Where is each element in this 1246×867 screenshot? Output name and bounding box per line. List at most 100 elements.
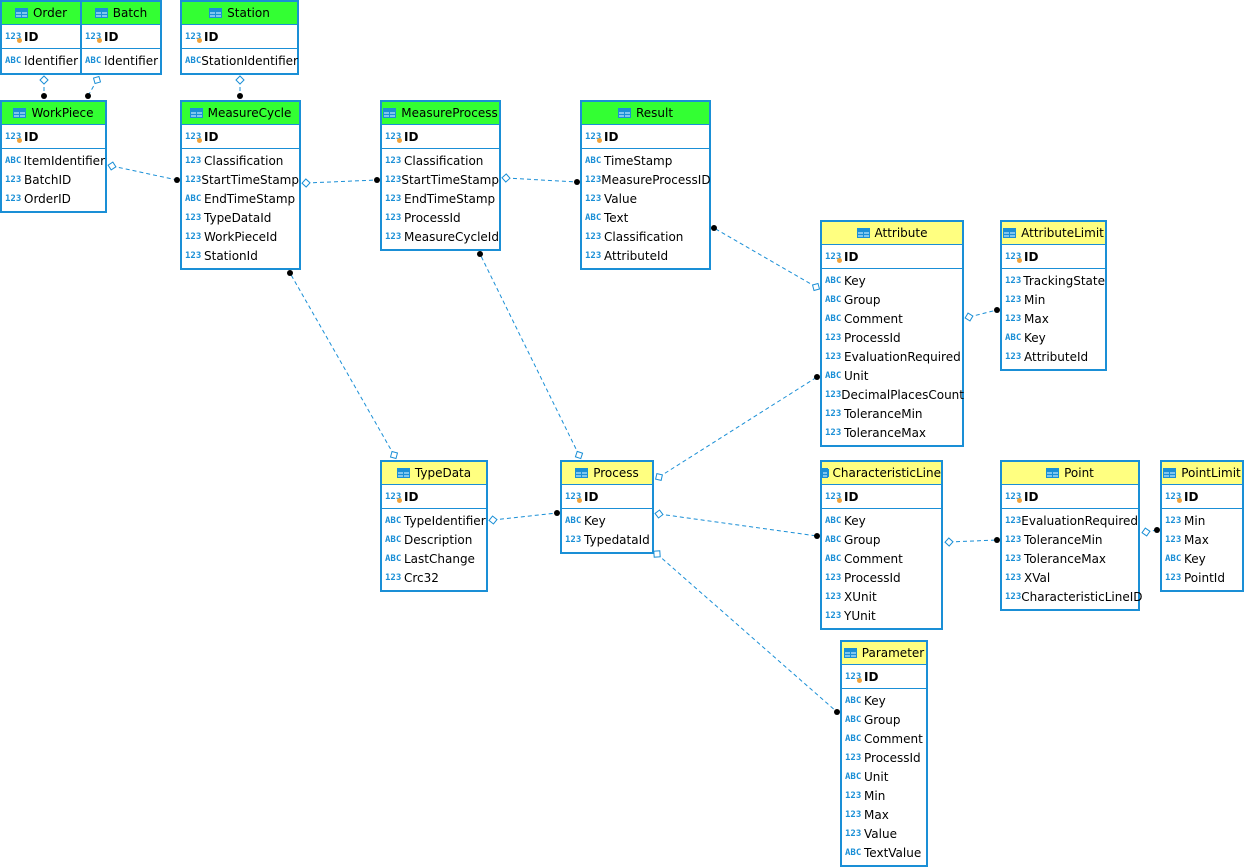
column-key[interactable]: ABC Key — [1162, 549, 1242, 568]
relation-process-measure-process[interactable] — [477, 251, 584, 460]
column-classification[interactable]: 123 Classification — [582, 227, 709, 246]
column-text-value[interactable]: ABC TextValue — [842, 843, 926, 862]
column-characteristic-line-id[interactable]: 123 CharacteristicLineID — [1002, 587, 1143, 606]
table-header[interactable]: Result — [582, 102, 709, 125]
table-point-limit[interactable]: PointLimit 123 ID 123 Min 123 Max ABC Key 123 Poin… — [1160, 460, 1244, 592]
column-yunit[interactable]: 123 YUnit — [822, 606, 941, 625]
table-process[interactable]: Process 123 ID ABC Key 123 TypedataId — [560, 460, 654, 554]
table-batch[interactable]: Batch 123 ID ABC Identifier — [80, 0, 162, 75]
column-process-id[interactable]: 123 ProcessId — [842, 748, 926, 767]
table-measure-cycle[interactable]: MeasureCycle 123 ID 123 Classification 123 Sta… — [180, 100, 301, 270]
column-typedata-id[interactable]: 123 TypedataId — [562, 530, 652, 549]
column-measure-process-id[interactable]: 123 MeasureProcessID — [582, 170, 711, 189]
column-primary-key[interactable]: 123 ID — [822, 485, 941, 509]
relation-point-point-limit[interactable] — [1141, 527, 1160, 537]
table-header[interactable]: Process — [562, 462, 652, 485]
table-point[interactable]: Point 123 ID 123 EvaluationRequired 123 Tolera… — [1000, 460, 1143, 611]
column-max[interactable]: 123 Max — [842, 805, 926, 824]
relation-measure-cycle-measure-process[interactable] — [301, 177, 380, 188]
column-classification[interactable]: 123 Classification — [382, 151, 499, 170]
column-attribute-id[interactable]: 123 AttributeId — [582, 246, 709, 265]
table-header[interactable]: MeasureCycle — [182, 102, 299, 125]
column-work-piece-id[interactable]: 123 WorkPieceId — [182, 227, 299, 246]
table-header[interactable]: AttributeLimit — [1002, 222, 1105, 245]
column-primary-key[interactable]: 123 ID — [842, 665, 926, 689]
table-attribute-limit[interactable]: AttributeLimit 123 ID 123 TrackingState 123 Mi… — [1000, 220, 1107, 371]
column-tolerance-max[interactable]: 123 ToleranceMax — [1002, 549, 1138, 568]
table-header[interactable]: CharacteristicLine — [822, 462, 941, 485]
table-result[interactable]: Result 123 ID ABC TimeStamp 123 MeasureProcess… — [580, 100, 711, 270]
table-header[interactable]: Batch — [82, 2, 160, 25]
column-primary-key[interactable]: 123 ID — [562, 485, 652, 509]
column-min[interactable]: 123 Min — [1002, 290, 1105, 309]
column-primary-key[interactable]: 123 ID — [1002, 245, 1105, 269]
column-group[interactable]: ABC Group — [822, 290, 962, 309]
column-key[interactable]: ABC Key — [822, 271, 962, 290]
column-comment[interactable]: ABC Comment — [842, 729, 926, 748]
column-start-time-stamp[interactable]: 123 StartTimeStamp — [382, 170, 499, 189]
relation-type-data-process[interactable] — [488, 510, 560, 525]
column-station-id[interactable]: 123 StationId — [182, 246, 299, 265]
column-last-change[interactable]: ABC LastChange — [382, 549, 486, 568]
table-header[interactable]: Order — [2, 2, 80, 25]
relation-process-parameter[interactable] — [653, 550, 840, 715]
column-station-identifier[interactable]: ABC StationIdentifier — [182, 51, 298, 70]
table-type-data[interactable]: TypeData 123 ID ABC TypeIdentifier ABC Descrip… — [380, 460, 488, 592]
column-description[interactable]: ABC Description — [382, 530, 486, 549]
column-tolerance-min[interactable]: 123 ToleranceMin — [1002, 530, 1138, 549]
column-primary-key[interactable]: 123 ID — [2, 25, 80, 49]
column-type-identifier[interactable]: ABC TypeIdentifier — [382, 511, 486, 530]
column-xval[interactable]: 123 XVal — [1002, 568, 1138, 587]
table-measure-process[interactable]: MeasureProcess 123 ID 123 Classification 123 S… — [380, 100, 501, 251]
column-max[interactable]: 123 Max — [1162, 530, 1242, 549]
column-crc32[interactable]: 123 Crc32 — [382, 568, 486, 587]
column-evaluation-required[interactable]: 123 EvaluationRequired — [1002, 511, 1138, 530]
table-order[interactable]: Order 123 ID ABC Identifier — [0, 0, 82, 75]
relation-attribute-result[interactable] — [711, 225, 821, 292]
column-primary-key[interactable]: 123 ID — [182, 25, 297, 49]
column-key[interactable]: ABC Key — [562, 511, 652, 530]
table-header[interactable]: WorkPiece — [2, 102, 105, 125]
column-tolerance-min[interactable]: 123 ToleranceMin — [822, 404, 962, 423]
column-point-id[interactable]: 123 PointId — [1162, 568, 1242, 587]
column-classification[interactable]: 123 Classification — [182, 151, 299, 170]
column-primary-key[interactable]: 123 ID — [382, 125, 499, 149]
table-characteristic-line[interactable]: CharacteristicLine 123 ID ABC Key ABC Group ABC… — [820, 460, 943, 630]
column-key[interactable]: ABC Key — [1002, 328, 1105, 347]
table-station[interactable]: Station 123 ID ABC StationIdentifier — [180, 0, 299, 75]
column-primary-key[interactable]: 123 ID — [582, 125, 709, 149]
column-value[interactable]: 123 Value — [582, 189, 709, 208]
relation-characteristic-line-point[interactable] — [944, 537, 1000, 547]
table-header[interactable]: Parameter — [842, 642, 926, 665]
column-decimal-places-count[interactable]: 123 DecimalPlacesCount — [822, 385, 964, 404]
column-tracking-state[interactable]: 123 TrackingState — [1002, 271, 1105, 290]
column-identifier[interactable]: ABC Identifier — [82, 51, 160, 70]
column-value[interactable]: 123 Value — [842, 824, 926, 843]
column-primary-key[interactable]: 123 ID — [382, 485, 486, 509]
column-end-time-stamp[interactable]: ABC EndTimeStamp — [182, 189, 299, 208]
column-max[interactable]: 123 Max — [1002, 309, 1105, 328]
column-process-id[interactable]: 123 ProcessId — [822, 568, 941, 587]
relation-type-data-measure-cycle[interactable] — [287, 270, 399, 460]
column-primary-key[interactable]: 123 ID — [1002, 485, 1138, 509]
column-tolerance-max[interactable]: 123 ToleranceMax — [822, 423, 962, 442]
table-header[interactable]: Point — [1002, 462, 1138, 485]
table-work-piece[interactable]: WorkPiece 123 ID ABC ItemIdentifier 123 BatchI… — [0, 100, 107, 213]
relation-work-piece-measure-cycle[interactable] — [107, 161, 180, 183]
column-process-id[interactable]: 123 ProcessId — [382, 208, 499, 227]
column-identifier[interactable]: ABC Identifier — [2, 51, 80, 70]
column-key[interactable]: ABC Key — [822, 511, 941, 530]
relation-attribute-attribute-limit[interactable] — [964, 307, 1000, 322]
column-evaluation-required[interactable]: 123 EvaluationRequired — [822, 347, 962, 366]
table-header[interactable]: TypeData — [382, 462, 486, 485]
column-group[interactable]: ABC Group — [842, 710, 926, 729]
column-batch-id[interactable]: 123 BatchID — [2, 170, 105, 189]
column-min[interactable]: 123 Min — [842, 786, 926, 805]
table-header[interactable]: Attribute — [822, 222, 962, 245]
column-order-id[interactable]: 123 OrderID — [2, 189, 105, 208]
table-parameter[interactable]: Parameter 123 ID ABC Key ABC Group ABC Comment 12… — [840, 640, 928, 867]
column-key[interactable]: ABC Key — [842, 691, 926, 710]
relation-process-characteristic-line[interactable] — [654, 509, 820, 539]
column-start-time-stamp[interactable]: 123 StartTimeStamp — [182, 170, 299, 189]
relation-batch-work-piece[interactable] — [85, 75, 102, 99]
